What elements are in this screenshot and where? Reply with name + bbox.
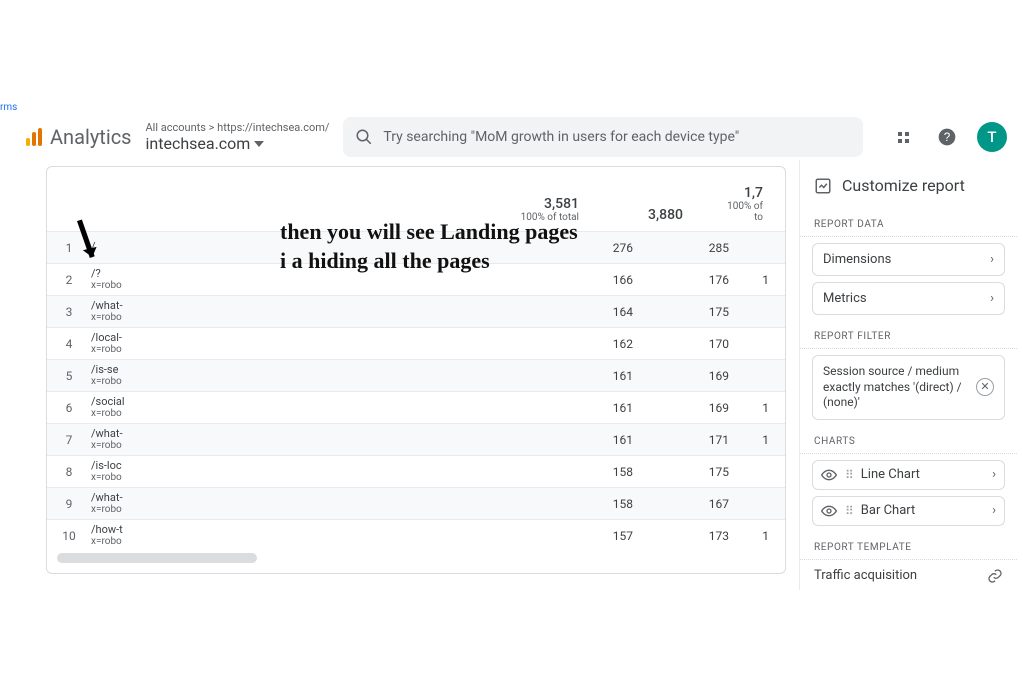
row-val2: 175 [639,465,735,479]
customize-icon [814,177,832,195]
row-number: 4 [47,337,91,351]
truncated-link: rms [0,102,17,113]
customize-panel: Customize report REPORT DATA Dimensions … [799,160,1017,590]
table-row[interactable]: 6/socialx=robo 1611691 [47,391,785,423]
row-val2: 169 [639,369,735,383]
row-val2: 167 [639,497,735,511]
row-page: /is-locx=robo [91,460,169,483]
avatar[interactable]: T [977,122,1007,152]
apps-icon[interactable] [889,123,917,151]
row-val1: 161 [567,433,639,447]
top-bar: Analytics All accounts > https://intechs… [26,114,1013,160]
filter-chip[interactable]: Session source / medium exactly matches … [812,355,1005,420]
logo-block: Analytics [26,125,132,149]
row-val2: 171 [639,433,735,447]
row-val2: 285 [639,241,735,255]
row-val1: 161 [567,401,639,415]
drag-handle-icon[interactable]: ⠿ [845,504,853,518]
row-number: 2 [47,273,91,287]
caret-down-icon [254,141,264,147]
row-number: 1 [47,241,91,255]
account-current: intechsea.com [146,134,251,153]
row-val3: 1 [735,273,775,287]
account-path: All accounts > https://intechsea.com/ [146,121,330,134]
row-number: 8 [47,465,91,479]
table-row[interactable]: 9/what-x=robo 158167 [47,487,785,519]
row-val1: 157 [567,529,639,543]
help-icon[interactable]: ? [933,123,961,151]
section-report-data: REPORT DATA [800,209,1017,237]
row-page: /what-x=robo [91,428,169,451]
chevron-right-icon: › [990,291,994,306]
row-val3: 1 [735,401,775,415]
chevron-right-icon: › [992,503,996,518]
table-row[interactable]: 10/how-tx=robo 1571731 [47,519,785,551]
annotation-text: then you will see Landing pages i a hidi… [280,218,578,275]
row-val2: 169 [639,401,735,415]
row-number: 9 [47,497,91,511]
row-val2: 176 [639,273,735,287]
row-val1: 164 [567,305,639,319]
section-report-filter: REPORT FILTER [800,321,1017,349]
chevron-right-icon: › [992,467,996,482]
chart-bar-row[interactable]: ⠿ Bar Chart › [812,496,1005,526]
metrics-row[interactable]: Metrics › [812,282,1005,315]
table-row[interactable]: 8/is-locx=robo 158175 [47,455,785,487]
template-row[interactable]: Traffic acquisition [800,560,1017,590]
row-page: /local-x=robo [91,332,169,355]
row-page: /what-x=robo [91,492,169,515]
total-col3-sub: 100% of to [717,201,763,223]
drag-handle-icon[interactable]: ⠿ [845,468,853,482]
total-col3: 1,7 [717,185,763,201]
row-val2: 173 [639,529,735,543]
total-col2: 3,880 [613,207,683,223]
customize-header: Customize report [800,170,1017,209]
row-page: /what-x=robo [91,300,169,323]
row-val1: 158 [567,465,639,479]
row-val2: 170 [639,337,735,351]
row-page: /?x=robo [91,268,169,291]
ga-logo-icon [26,128,42,146]
total-col1: 3,581 [509,196,579,212]
row-val1: 158 [567,497,639,511]
svg-text:?: ? [944,131,951,144]
search-placeholder: Try searching "MoM growth in users for e… [383,129,739,145]
section-report-template: REPORT TEMPLATE [800,532,1017,560]
row-number: 5 [47,369,91,383]
row-page: /how-tx=robo [91,524,169,547]
row-number: 3 [47,305,91,319]
search-bar[interactable]: Try searching "MoM growth in users for e… [343,117,863,157]
unlink-icon[interactable] [987,568,1003,584]
dimensions-row[interactable]: Dimensions › [812,243,1005,276]
table-row[interactable]: 4/local-x=robo 162170 [47,327,785,359]
row-val1: 162 [567,337,639,351]
search-icon [355,128,373,146]
row-val2: 175 [639,305,735,319]
visibility-icon[interactable] [821,467,837,483]
chevron-right-icon: › [990,252,994,267]
row-page: /socialx=robo [91,396,169,419]
row-val1: 166 [567,273,639,287]
row-val3: 1 [735,529,775,543]
visibility-icon[interactable] [821,503,837,519]
row-number: 10 [47,529,91,543]
top-icons: ? T [889,122,1007,152]
table-row[interactable]: 5/is-sex=robo 161169 [47,359,785,391]
row-page: / [91,241,169,253]
horizontal-scrollbar[interactable] [47,553,785,565]
section-charts: CHARTS [800,426,1017,454]
table-row[interactable]: 3/what-x=robo 164175 [47,295,785,327]
product-name: Analytics [50,125,132,149]
table-body: 1/2762852/?x=robo16617613/what-x=robo164… [47,231,785,551]
row-val1: 161 [567,369,639,383]
scrollbar-thumb[interactable] [57,553,257,563]
account-switcher[interactable]: All accounts > https://intechsea.com/ in… [146,121,330,153]
row-page: /is-sex=robo [91,364,169,387]
remove-filter-icon[interactable]: ✕ [976,378,994,396]
row-val3: 1 [735,433,775,447]
row-number: 6 [47,401,91,415]
table-row[interactable]: 7/what-x=robo 1611711 [47,423,785,455]
chart-line-row[interactable]: ⠿ Line Chart › [812,460,1005,490]
row-number: 7 [47,433,91,447]
